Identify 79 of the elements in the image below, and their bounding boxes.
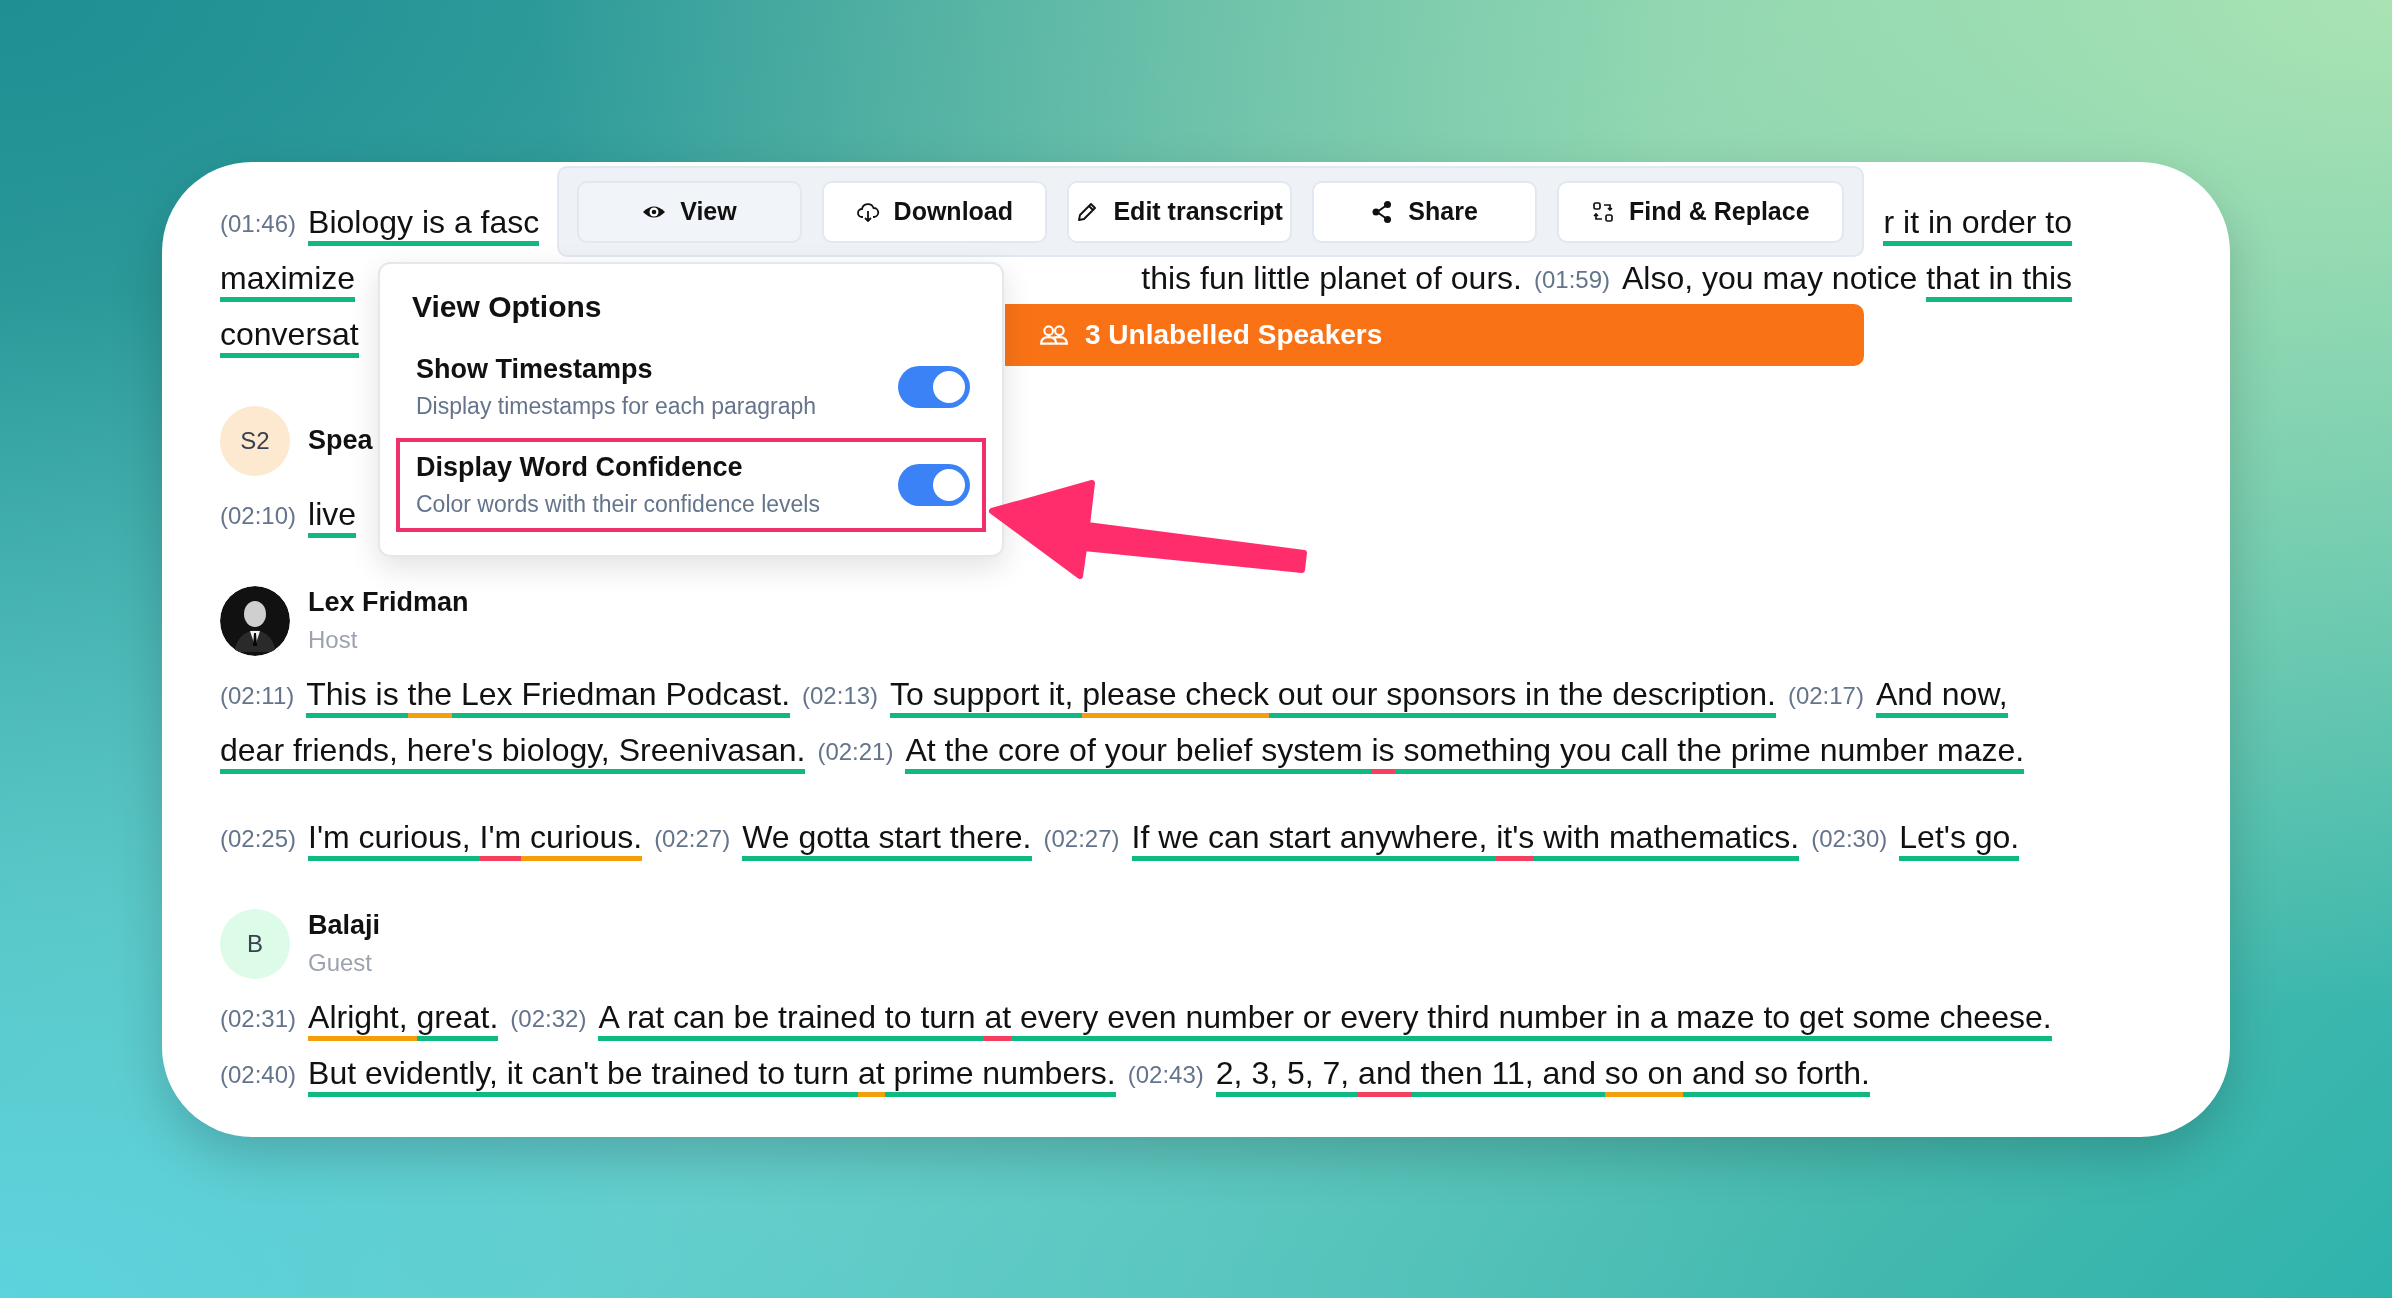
transcript-text: I'm xyxy=(479,817,522,861)
transcript-text: But evidently, it can't be trained to turn xyxy=(308,1053,858,1097)
transcript-text: it's xyxy=(1496,817,1535,861)
transcript-text: maximize xyxy=(220,258,356,302)
menu-title: View Options xyxy=(411,290,603,324)
speaker-role: Host xyxy=(308,625,359,654)
speaker-name: Lex Fridman xyxy=(308,586,469,618)
speaker-avatar: S2 xyxy=(220,406,290,476)
transcript-text: and so forth. xyxy=(1683,1053,1870,1097)
option-description: Color words with their confidence levels xyxy=(416,491,820,518)
transcript-text: And now, xyxy=(1875,674,2008,718)
toolbar-button[interactable]: Find & Replace xyxy=(1556,180,1845,243)
transcript-text: At the core of your belief system xyxy=(905,730,1372,774)
transcript-text: If we can start anywhere, xyxy=(1131,817,1497,861)
transcript-text: To support it, xyxy=(890,674,1083,718)
toggle-switch[interactable] xyxy=(898,464,970,506)
transcript-text: 2, 3, 5, 7, xyxy=(1215,1053,1359,1097)
transcript-text: out our sponsors in the description. xyxy=(1268,674,1776,718)
transcript-text: the xyxy=(407,674,453,718)
timestamp[interactable]: (02:17) xyxy=(1787,682,1864,710)
transcript-text: Alright, xyxy=(308,997,417,1041)
transcript-text: Also, you may notice xyxy=(1622,258,1919,298)
timestamp[interactable]: (02:40) xyxy=(220,1061,297,1089)
option-label: Show Timestamps xyxy=(416,354,654,385)
speaker-name: Balaji xyxy=(308,909,381,941)
banner-label: 3 Unlabelled Speakers xyxy=(1085,319,1383,351)
transcript-text: so on xyxy=(1604,1053,1684,1097)
toolbar-button[interactable]: Download xyxy=(821,180,1047,243)
transcript-text: Let's go. xyxy=(1899,817,2020,861)
option-description: Display timestamps for each paragraph xyxy=(416,393,817,420)
option-label: Display Word Confidence xyxy=(416,452,744,483)
transcript-text: at xyxy=(857,1053,885,1097)
timestamp[interactable]: (02:21) xyxy=(817,738,894,766)
transcript-text: with mathematics. xyxy=(1534,817,1800,861)
timestamp[interactable]: (02:10) xyxy=(220,502,297,530)
timestamp[interactable]: (02:43) xyxy=(1127,1061,1204,1089)
transcript-text: then 11, and xyxy=(1411,1053,1605,1097)
users-icon xyxy=(1039,322,1069,348)
transcript-text: Biology is a fasc xyxy=(308,202,540,246)
find-replace-icon xyxy=(1590,199,1615,224)
transcript-text: and xyxy=(1358,1053,1412,1097)
transcript-text: I'm curious, xyxy=(308,817,480,861)
transcript-text: curious. xyxy=(521,817,643,861)
transcript-text: please check xyxy=(1082,674,1269,718)
transcript-text: A rat can be trained to turn xyxy=(598,997,985,1041)
transcript-text: at xyxy=(984,997,1012,1041)
menu-option[interactable]: Show Timestamps Display timestamps for each paragraph xyxy=(396,346,986,428)
speaker-avatar: B xyxy=(220,909,290,979)
timestamp[interactable]: (02:27) xyxy=(1043,825,1120,853)
timestamp[interactable]: (02:31) xyxy=(220,1005,297,1033)
speakers-banner[interactable]: 3 Unlabelled Speakers xyxy=(1005,304,1864,366)
transcript-text: every even number or every third number in a maze to get some cheese. xyxy=(1011,997,2052,1041)
timestamp[interactable]: (02:27) xyxy=(654,825,731,853)
timestamp[interactable]: (02:11) xyxy=(220,682,295,710)
transcript-text: great. xyxy=(416,997,499,1041)
transcript-text: Lex Friedman Podcast. xyxy=(452,674,791,718)
transcript-text: something you call the prime number maze. xyxy=(1394,730,2025,774)
timestamp[interactable]: (02:30) xyxy=(1811,825,1888,853)
toolbar-button[interactable]: Share xyxy=(1311,180,1537,243)
toolbar-button[interactable]: View xyxy=(577,180,802,243)
transcript-text: We gotta start there. xyxy=(742,817,1032,861)
timestamp[interactable]: (02:32) xyxy=(510,1005,587,1033)
timestamp[interactable]: (01:46) xyxy=(220,210,297,238)
transcript-text: this fun little planet of ours. xyxy=(1141,258,1522,298)
transcript-text: live xyxy=(308,494,357,538)
transcript-text: r it in order to xyxy=(1883,202,2072,246)
toggle-switch[interactable] xyxy=(898,366,970,408)
timestamp[interactable]: (01:59) xyxy=(1533,266,1610,294)
transcript-text: is xyxy=(1371,730,1395,774)
transcript-text: prime numbers. xyxy=(884,1053,1116,1097)
transcript-text: dear friends, here's biology, Sreenivasan. xyxy=(220,730,806,774)
toolbar-button[interactable]: Edit transcript xyxy=(1066,180,1292,243)
timestamp[interactable]: (02:25) xyxy=(220,825,297,853)
timestamp[interactable]: (02:13) xyxy=(802,682,879,710)
transcript-text: that in this xyxy=(1926,258,2072,302)
transcript-text: This is xyxy=(306,674,408,718)
transcript-text: conversat xyxy=(220,314,359,358)
speaker-name: Spea xyxy=(308,424,373,456)
speaker-role: Guest xyxy=(308,948,374,977)
